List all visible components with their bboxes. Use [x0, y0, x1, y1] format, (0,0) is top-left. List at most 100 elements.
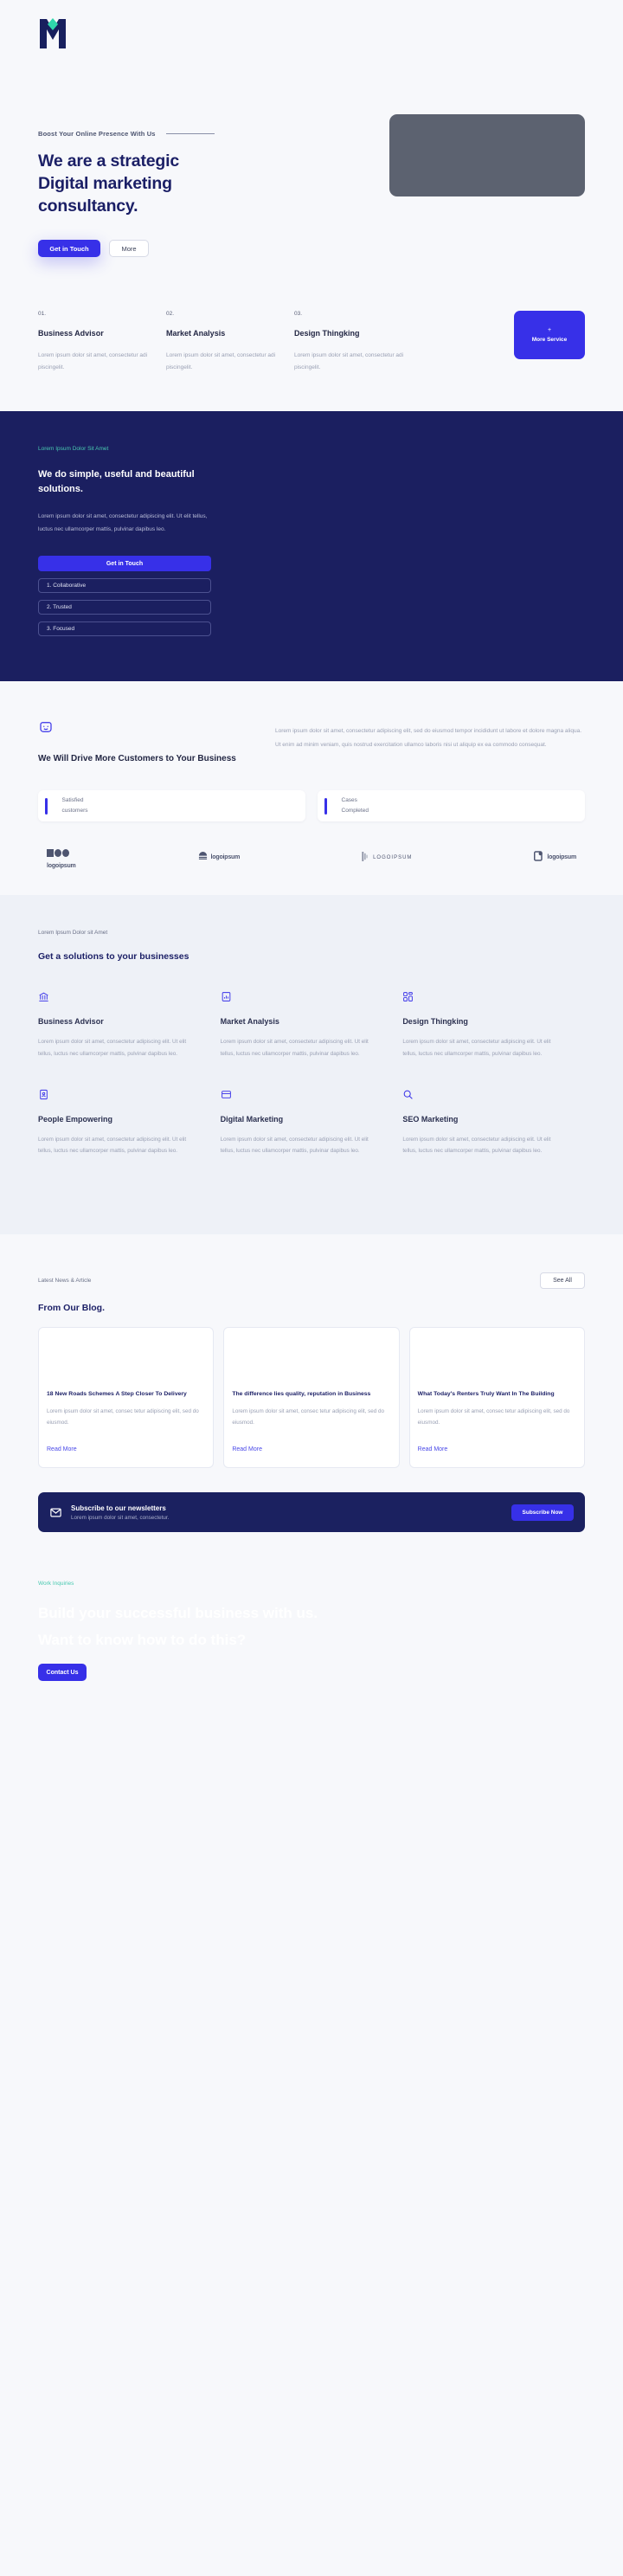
- bars-icon: [362, 850, 369, 866]
- solutions-grid-section: Lorem Ipsum Dolor sit Amet Get a solutio…: [0, 895, 623, 1235]
- blog-header: Latest News & Article See All: [38, 1272, 585, 1290]
- blog-section: Latest News & Article See All From Our B…: [0, 1234, 623, 1469]
- dark-image-row: [227, 569, 585, 616]
- client-logo-bars: LOGOIPSUM: [362, 850, 412, 866]
- blog-heading: From Our Blog.: [38, 1303, 105, 1314]
- bank-icon: [39, 993, 48, 1002]
- feature-pill-collaborative[interactable]: 1. Collaborative: [38, 578, 211, 594]
- grid-icon: [403, 992, 414, 1002]
- get-in-touch-button[interactable]: Get in Touch: [38, 240, 100, 258]
- site-header: [0, 0, 623, 66]
- service-title: Market Analysis: [166, 329, 226, 338]
- drive-body: Lorem ipsum dolor sit amet, consectetur …: [275, 728, 582, 748]
- solution-card-business-advisor[interactable]: Business Advisor Lorem ipsum dolor sit a…: [38, 991, 221, 1059]
- blog-card[interactable]: What Today's Renters Truly Want In The B…: [408, 1327, 585, 1469]
- hero-media: [332, 111, 585, 257]
- client-logo-blocks: logoipsum: [47, 846, 76, 869]
- dark-heading: We do simple, useful and beautiful solut…: [38, 469, 195, 495]
- newsletter-subtitle: Lorem ipsum dolor sit amet, consectetur.: [71, 1514, 170, 1521]
- more-service-label: More Service: [531, 337, 568, 344]
- client-logo-wave: logoipsum: [198, 850, 241, 866]
- service-number: 02.: [166, 311, 175, 318]
- stat-accent-bar: [324, 797, 327, 815]
- dark-content: Lorem Ipsum Dolor Sit Amet We do simple,…: [38, 446, 211, 637]
- solution-desc: Lorem ipsum dolor sit amet, consectetur …: [402, 1136, 551, 1155]
- cta-heading-line-1: Build your successful business with us.: [38, 1605, 318, 1622]
- blog-card[interactable]: The difference lies quality, reputation …: [223, 1327, 400, 1469]
- brand-logo[interactable]: [38, 17, 67, 48]
- solution-desc: Lorem ipsum dolor sit amet, consectetur …: [402, 1039, 551, 1057]
- mail-icon: [50, 1508, 61, 1517]
- hero-kicker: Boost Your Online Presence With Us: [38, 130, 324, 138]
- service-number: 03.: [294, 311, 303, 318]
- solution-card-seo-marketing[interactable]: SEO Marketing Lorem ipsum dolor sit amet…: [402, 1089, 585, 1156]
- blog-cards: 18 New Roads Schemes A Step Closer To De…: [38, 1327, 585, 1469]
- drive-customers-section: We Will Drive More Customers to Your Bus…: [0, 681, 623, 896]
- solution-title: Design Thingking: [402, 1017, 468, 1027]
- dark-get-in-touch-button[interactable]: Get in Touch: [38, 556, 211, 572]
- more-button[interactable]: More: [109, 240, 149, 258]
- smiley-icon: [40, 722, 52, 733]
- hero-actions: Get in Touch More: [38, 240, 324, 258]
- contact-us-button[interactable]: Contact Us: [38, 1664, 87, 1682]
- blog-excerpt: Lorem ipsum dolor sit amet, consec tetur…: [47, 1408, 199, 1426]
- solution-desc: Lorem ipsum dolor sit amet, consectetur …: [220, 1039, 369, 1057]
- cta-heading-line-2: Want to know how to do this?: [38, 1632, 247, 1649]
- blog-thumbnail: [230, 1334, 392, 1381]
- more-service-card[interactable]: + More Service: [514, 311, 585, 360]
- subscribe-now-button[interactable]: Subscribe Now: [511, 1504, 574, 1521]
- feature-pill-trusted[interactable]: 2. Trusted: [38, 600, 211, 615]
- blog-card[interactable]: 18 New Roads Schemes A Step Closer To De…: [38, 1327, 215, 1469]
- client-logo-name: logoipsum: [47, 863, 76, 870]
- stats-row: Satisfied customers Cases Completed: [38, 790, 585, 822]
- flag-icon: [534, 850, 543, 866]
- hero-kicker-rule: [165, 133, 215, 134]
- solution-card-people-empowering[interactable]: People Empowering Lorem ipsum dolor sit …: [38, 1089, 221, 1156]
- client-logo-name: logoipsum: [547, 854, 576, 861]
- hero-heading-line-2: Digital marketing: [38, 174, 172, 194]
- newsletter-bar: Subscribe to our newsletters Lorem ipsum…: [38, 1492, 585, 1533]
- blog-eyebrow: Latest News & Article: [38, 1278, 92, 1285]
- service-item: 01. Business Advisor Lorem ipsum dolor s…: [38, 311, 166, 373]
- cta-heading: Build your successful business with us. …: [38, 1600, 585, 1653]
- read-more-link[interactable]: Read More: [47, 1446, 77, 1452]
- stat-card-satisfied-customers: Satisfied customers: [38, 790, 305, 822]
- dark-solutions-section: Lorem Ipsum Dolor Sit Amet We do simple,…: [0, 411, 623, 682]
- hero-section: Boost Your Online Presence With Us We ar…: [0, 66, 623, 258]
- solutions-grid: Business Advisor Lorem ipsum dolor sit a…: [38, 991, 585, 1186]
- blog-title: The difference lies quality, reputation …: [232, 1391, 371, 1398]
- see-all-button[interactable]: See All: [540, 1272, 585, 1290]
- hero-image-placeholder: [389, 114, 585, 196]
- stat-label: Satisfied customers: [62, 795, 88, 816]
- hero-heading-line-1: We are a strategic: [38, 151, 179, 171]
- solution-card-digital-marketing[interactable]: Digital Marketing Lorem ipsum dolor sit …: [221, 1089, 403, 1156]
- cta-eyebrow: Work Inquiries: [38, 1581, 74, 1587]
- hero-image: [389, 114, 585, 196]
- dark-eyebrow: Lorem Ipsum Dolor Sit Amet: [38, 446, 109, 452]
- service-desc: Lorem ipsum dolor sit amet, consectetur …: [166, 352, 276, 370]
- solution-card-design-thingking[interactable]: Design Thingking Lorem ipsum dolor sit a…: [402, 991, 585, 1059]
- service-number: 01.: [38, 311, 47, 318]
- newsletter-title: Subscribe to our newsletters: [71, 1504, 166, 1512]
- solution-title: Market Analysis: [220, 1017, 279, 1027]
- landing-page: Boost Your Online Presence With Us We ar…: [0, 0, 623, 1742]
- read-more-link[interactable]: Read More: [232, 1446, 262, 1452]
- solution-card-market-analysis[interactable]: Market Analysis Lorem ipsum dolor sit am…: [221, 991, 403, 1059]
- hero-eyebrow: Boost Your Online Presence With Us: [38, 130, 156, 138]
- solution-title: People Empowering: [38, 1114, 113, 1124]
- dark-media: [227, 446, 585, 636]
- solutions-eyebrow: Lorem Ipsum Dolor sit Amet: [38, 930, 108, 937]
- stat-line-2: customers: [61, 808, 88, 815]
- stat-card-cases-completed: Cases Completed: [318, 790, 585, 822]
- blog-thumbnail: [416, 1334, 578, 1381]
- feature-pill-focused[interactable]: 3. Focused: [38, 621, 211, 637]
- solution-title: SEO Marketing: [402, 1114, 459, 1124]
- dark-body: Lorem ipsum dolor sit amet, consectetur …: [38, 513, 208, 533]
- blog-title: What Today's Renters Truly Want In The B…: [417, 1391, 555, 1398]
- stat-accent-bar: [45, 797, 48, 815]
- read-more-link[interactable]: Read More: [418, 1446, 448, 1452]
- solution-desc: Lorem ipsum dolor sit amet, consectetur …: [220, 1136, 369, 1155]
- service-title: Business Advisor: [38, 329, 104, 338]
- client-logo-name: logoipsum: [210, 854, 241, 861]
- stat-line-1: Cases: [341, 797, 357, 804]
